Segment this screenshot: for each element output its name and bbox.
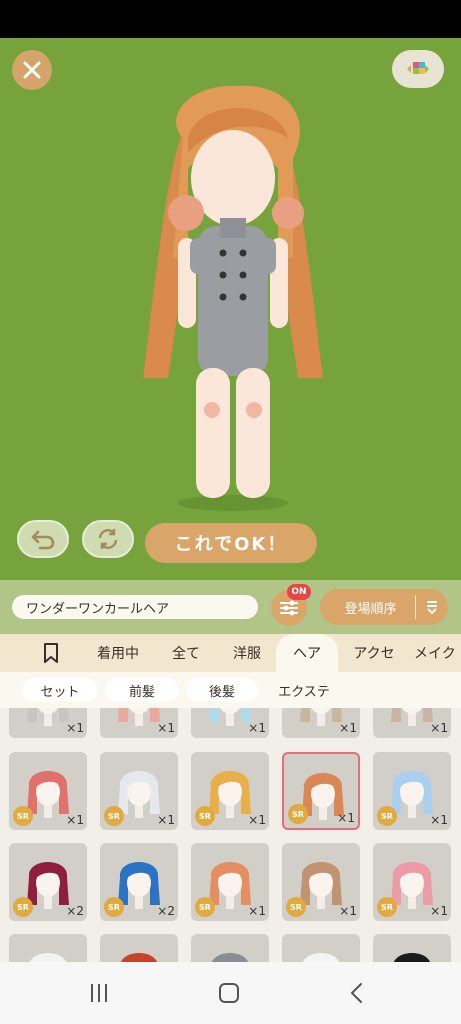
subtab-front-hair[interactable]: 前髪 [105,678,179,702]
item-count: ×1 [248,813,266,827]
sort-icon [427,601,437,615]
hair-item-card[interactable]: ×1 [9,708,87,738]
rotate-button[interactable] [82,520,134,558]
hair-item-card[interactable] [282,934,360,962]
rarity-badge: SR [286,897,306,917]
tab-clothes[interactable]: 洋服 [222,634,272,672]
sort-direction-button[interactable] [416,599,448,615]
layout-button[interactable] [392,50,444,88]
hair-item-card[interactable] [9,934,87,962]
home-icon[interactable] [218,982,240,1004]
hair-thumbnail [212,953,248,962]
item-count: ×1 [339,904,357,918]
hair-item-card[interactable]: SR ×1 [282,843,360,921]
hair-item-card[interactable]: SR ×1 [9,752,87,830]
item-grid: ×1 ×1 ×1 ×1 ×1 SR ×1 SR ×1 SR ×1 SR ×1 SR ×1 SR ×2 SR ×2 SR… [0,708,461,962]
avatar-character [143,85,323,511]
status-bar [0,0,461,38]
hair-thumbnail [394,953,430,962]
back-icon[interactable] [346,982,368,1004]
item-count: ×1 [339,721,357,735]
hair-item-card[interactable]: SR ×2 [100,843,178,921]
item-count: ×1 [248,904,266,918]
subtab-back-hair[interactable]: 後髪 [186,678,258,702]
rotate-icon [98,529,118,549]
bookmark-icon [44,643,58,663]
layout-icon [407,62,429,74]
rarity-badge: SR [13,897,33,917]
filter-icon [280,600,298,616]
hair-item-card[interactable] [100,934,178,962]
tab-makeup[interactable]: メイク [414,634,461,672]
tab-hair[interactable]: ヘア [276,634,338,672]
hair-item-card[interactable]: ×1 [100,708,178,738]
item-toolbar: ワンダーワンカールヘア ON 登場順序 [0,580,461,634]
rarity-badge: SR [377,897,397,917]
recents-icon[interactable] [88,982,110,1004]
rarity-badge: SR [104,806,124,826]
hair-item-card[interactable]: SR ×1 [191,752,269,830]
rarity-badge: SR [195,897,215,917]
hair-item-card[interactable]: ×1 [373,708,451,738]
close-icon [23,61,41,79]
item-count: ×2 [66,904,84,918]
item-count: ×1 [66,721,84,735]
hair-item-card[interactable] [373,934,451,962]
item-count: ×1 [66,813,84,827]
hair-item-card[interactable]: SR ×1 [373,843,451,921]
hair-item-card[interactable]: SR ×1 [373,752,451,830]
hair-item-card[interactable] [191,934,269,962]
hair-item-card[interactable]: ×1 [191,708,269,738]
close-button[interactable] [12,50,52,90]
hair-item-card[interactable]: SR ×2 [9,843,87,921]
rarity-badge: SR [377,806,397,826]
confirm-button[interactable]: これでOK！ [145,523,317,563]
avatar-stage: これでOK！ [0,38,461,580]
undo-button[interactable] [17,520,69,558]
item-count: ×1 [248,721,266,735]
selected-item-name: ワンダーワンカールヘア [12,595,258,619]
item-count: ×1 [337,811,355,825]
item-count: ×1 [430,721,448,735]
rarity-badge: SR [288,804,308,824]
subtab-extension[interactable]: エクステ [266,678,342,702]
rarity-badge: SR [195,806,215,826]
hair-item-card[interactable]: SR ×1 [100,752,178,830]
filter-on-badge: ON [287,584,311,600]
sort-label: 登場順序 [344,601,397,617]
hair-item-card[interactable]: SR ×1 [282,752,360,830]
system-nav-bar [0,962,461,1024]
item-count: ×2 [157,904,175,918]
hair-thumbnail [303,953,339,962]
hair-thumbnail [30,953,66,962]
rarity-badge: SR [13,806,33,826]
hair-thumbnail [121,953,157,962]
subtab-set[interactable]: セット [22,678,98,702]
rarity-badge: SR [104,897,124,917]
item-count: ×1 [430,904,448,918]
item-count: ×1 [157,813,175,827]
undo-icon [31,530,55,550]
item-count: ×1 [157,721,175,735]
sort-button[interactable]: 登場順序 [320,589,448,625]
tab-all[interactable]: 全て [160,634,212,672]
item-count: ×1 [430,813,448,827]
hair-subtabs: セット 前髪 後髪 エクステ [0,672,461,708]
hair-item-card[interactable]: ×1 [282,708,360,738]
tab-wearing[interactable]: 着用中 [86,634,150,672]
category-tabs: 着用中 全て 洋服 ヘア アクセ メイク [0,634,461,672]
tab-accessories[interactable]: アクセ [343,634,405,672]
tab-bookmark[interactable] [30,634,72,672]
hair-item-card[interactable]: SR ×1 [191,843,269,921]
